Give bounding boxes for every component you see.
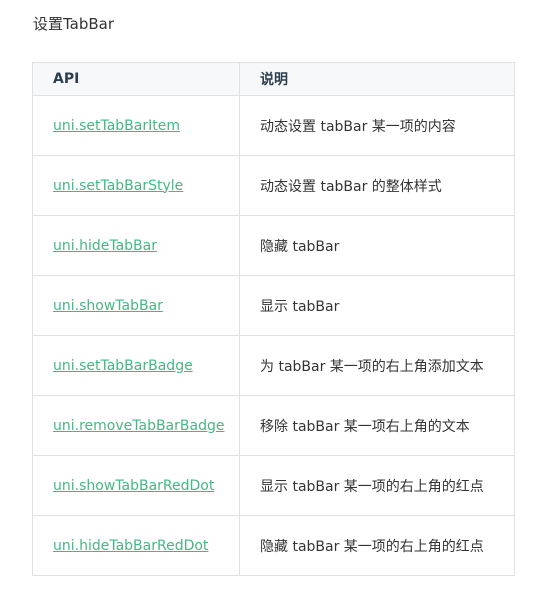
column-header-api: API	[32, 62, 240, 96]
api-link-show-tabbar[interactable]: uni.showTabBar	[53, 298, 163, 314]
table-row: uni.hideTabBar 隐藏 tabBar	[32, 215, 515, 276]
page-title: 设置TabBar	[33, 15, 115, 33]
api-link-hide-tabbar[interactable]: uni.hideTabBar	[53, 238, 157, 254]
description-cell: 隐藏 tabBar 某一项的右上角的红点	[239, 515, 515, 576]
api-link-set-tabbar-item[interactable]: uni.setTabBarItem	[53, 118, 180, 134]
api-table: API 说明 uni.setTabBarItem 动态设置 tabBar 某一项…	[32, 62, 515, 576]
table-row: uni.hideTabBarRedDot 隐藏 tabBar 某一项的右上角的红…	[32, 515, 515, 576]
table-row: uni.setTabBarItem 动态设置 tabBar 某一项的内容	[32, 95, 515, 156]
api-link-remove-tabbar-badge[interactable]: uni.removeTabBarBadge	[53, 418, 224, 434]
api-cell: uni.setTabBarItem	[32, 95, 240, 156]
description-cell: 移除 tabBar 某一项右上角的文本	[239, 395, 515, 456]
table-header-row: API 说明	[32, 62, 515, 96]
description-cell: 为 tabBar 某一项的右上角添加文本	[239, 335, 515, 396]
api-cell: uni.removeTabBarBadge	[32, 395, 240, 456]
api-link-show-tabbar-red-dot[interactable]: uni.showTabBarRedDot	[53, 478, 214, 494]
description-cell: 显示 tabBar	[239, 275, 515, 336]
table-row: uni.showTabBar 显示 tabBar	[32, 275, 515, 336]
table-row: uni.setTabBarStyle 动态设置 tabBar 的整体样式	[32, 155, 515, 216]
description-cell: 隐藏 tabBar	[239, 215, 515, 276]
description-cell: 显示 tabBar 某一项的右上角的红点	[239, 455, 515, 516]
table-row: uni.setTabBarBadge 为 tabBar 某一项的右上角添加文本	[32, 335, 515, 396]
api-link-set-tabbar-style[interactable]: uni.setTabBarStyle	[53, 178, 183, 194]
api-cell: uni.hideTabBarRedDot	[32, 515, 240, 576]
api-cell: uni.setTabBarStyle	[32, 155, 240, 216]
api-link-hide-tabbar-red-dot[interactable]: uni.hideTabBarRedDot	[53, 538, 208, 554]
api-cell: uni.setTabBarBadge	[32, 335, 240, 396]
api-cell: uni.hideTabBar	[32, 215, 240, 276]
description-cell: 动态设置 tabBar 的整体样式	[239, 155, 515, 216]
api-cell: uni.showTabBarRedDot	[32, 455, 240, 516]
api-link-set-tabbar-badge[interactable]: uni.setTabBarBadge	[53, 358, 193, 374]
table-row: uni.showTabBarRedDot 显示 tabBar 某一项的右上角的红…	[32, 455, 515, 516]
api-cell: uni.showTabBar	[32, 275, 240, 336]
description-cell: 动态设置 tabBar 某一项的内容	[239, 95, 515, 156]
column-header-description: 说明	[239, 62, 515, 96]
table-row: uni.removeTabBarBadge 移除 tabBar 某一项右上角的文…	[32, 395, 515, 456]
